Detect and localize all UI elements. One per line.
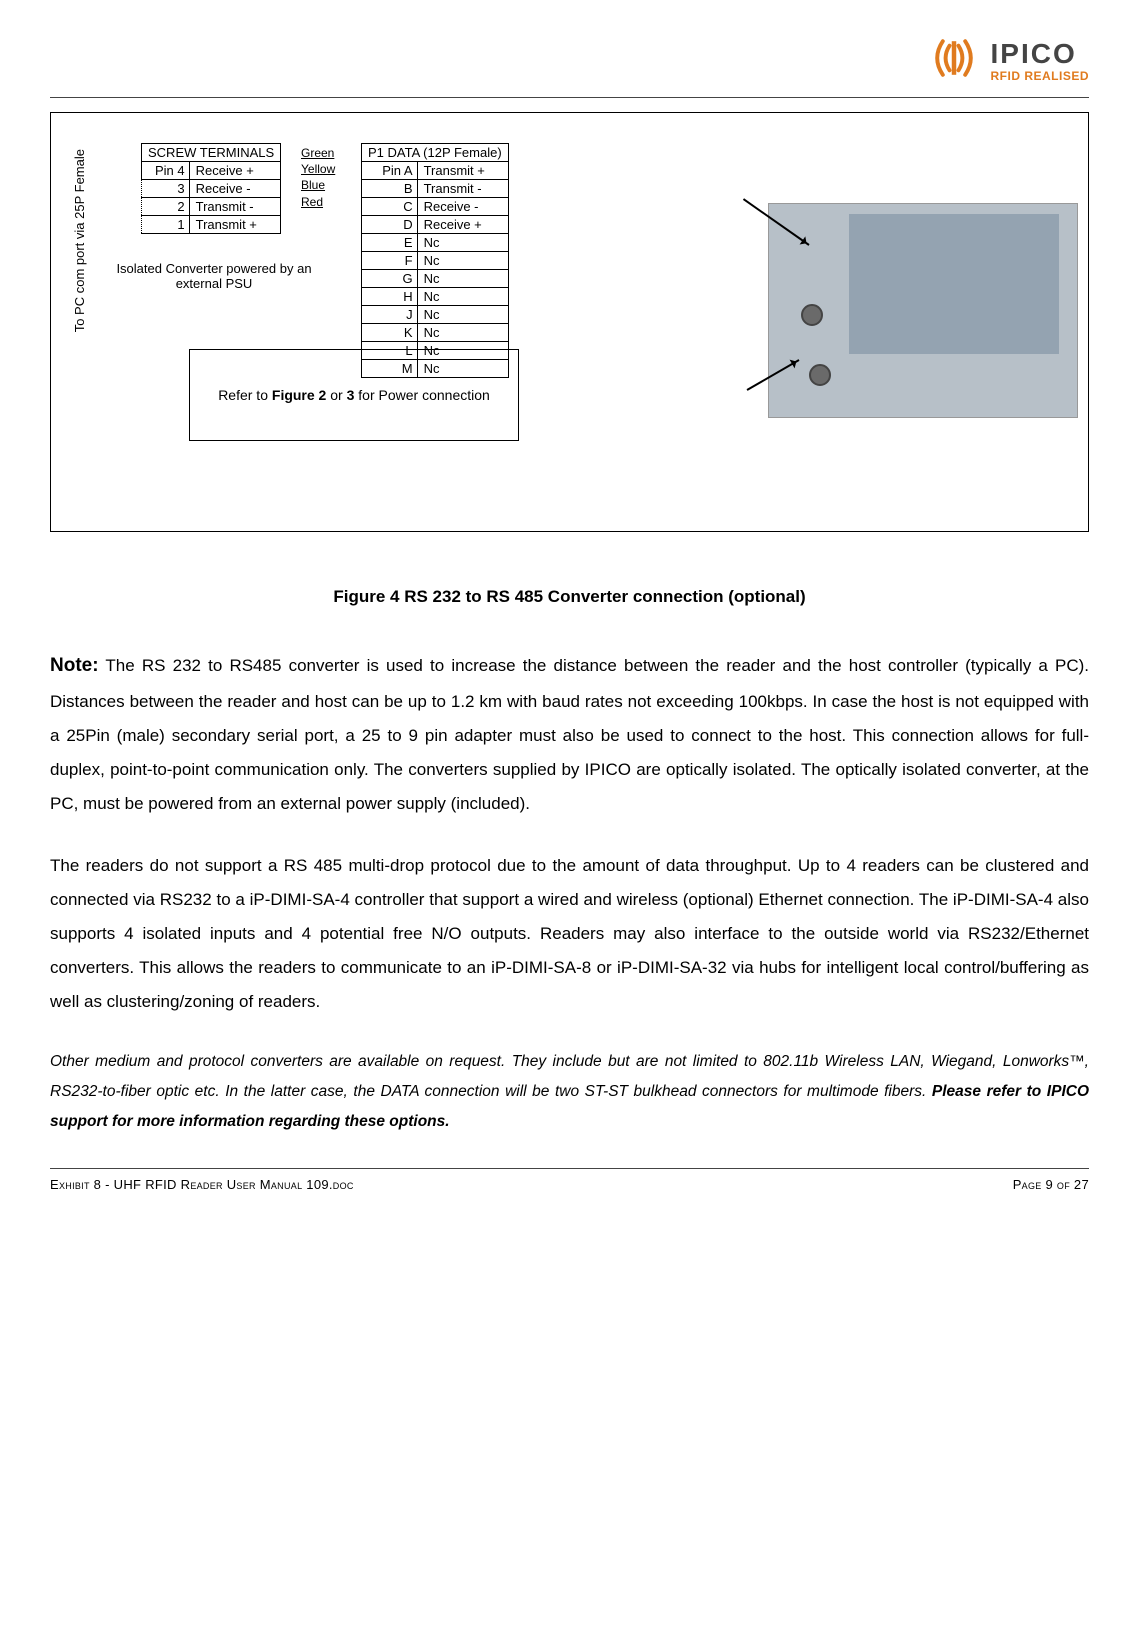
screw-terminals-table: SCREW TERMINALS Pin 4Receive + 3Receive …: [141, 143, 281, 234]
wire-color-labels: Green Yellow Blue Red: [301, 145, 335, 210]
page-footer: Exhibit 8 - UHF RFID Reader User Manual …: [50, 1177, 1089, 1202]
body-paragraph-2: The readers do not support a RS 485 mult…: [50, 849, 1089, 1019]
header-rule: [50, 97, 1089, 98]
psu-caption: Isolated Converter powered by an externa…: [99, 261, 329, 291]
note-paragraph: Note: The RS 232 to RS485 converter is u…: [50, 647, 1089, 821]
p1-data-table: P1 DATA (12P Female) Pin ATransmit + BTr…: [361, 143, 509, 378]
page-header: IPICO RFID REALISED: [50, 30, 1089, 91]
wiring-diagram: To PC com port via 25P Female SCREW TERM…: [50, 112, 1089, 532]
connector-icon: [809, 364, 831, 386]
power-reference-box: Refer to Figure 2 or 3 for Power connect…: [189, 349, 519, 441]
body-paragraph-3: Other medium and protocol converters are…: [50, 1047, 1089, 1138]
arrow-icon: [743, 198, 810, 246]
rfid-wave-icon: [926, 30, 982, 91]
screw-terminals-header: SCREW TERMINALS: [142, 144, 281, 162]
pc-port-side-label: To PC com port via 25P Female: [73, 149, 87, 332]
logo: IPICO RFID REALISED: [926, 30, 1089, 91]
footer-left: Exhibit 8 - UHF RFID Reader User Manual …: [50, 1177, 354, 1192]
footer-rule: [50, 1168, 1089, 1169]
logo-tagline: RFID REALISED: [990, 70, 1089, 82]
p1-data-header: P1 DATA (12P Female): [362, 144, 509, 162]
footer-right: Page 9 of 27: [1013, 1177, 1089, 1192]
reader-enclosure-photo: [768, 203, 1078, 418]
arrow-icon: [747, 359, 800, 391]
connector-icon: [801, 304, 823, 326]
figure-caption: Figure 4 RS 232 to RS 485 Converter conn…: [50, 587, 1089, 607]
logo-text: IPICO: [990, 40, 1089, 68]
note-label: Note:: [50, 655, 99, 676]
